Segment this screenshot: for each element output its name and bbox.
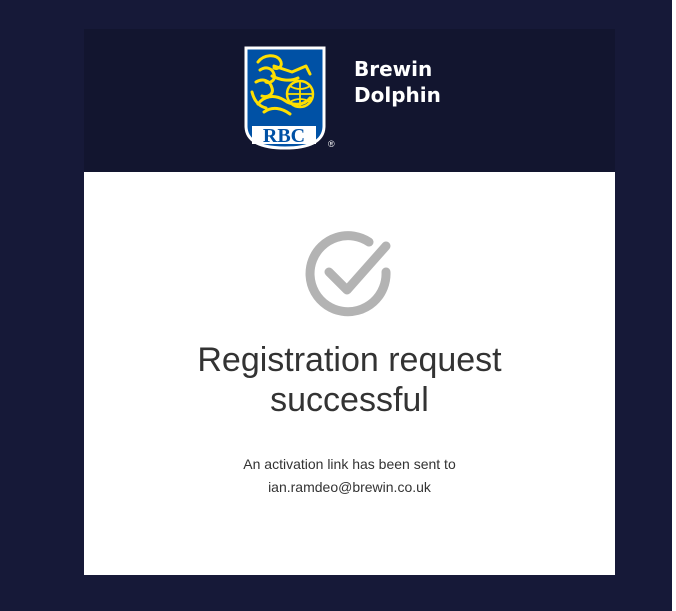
success-title-line-2: successful: [270, 381, 429, 419]
brand-name: Brewin Dolphin: [354, 56, 441, 108]
check-circle-icon: [305, 231, 391, 317]
rbc-logo-icon: RBC ®: [244, 46, 335, 150]
activation-message-text: An activation link has been sent to: [243, 456, 456, 472]
brand-name-line-1: Brewin: [354, 57, 433, 81]
success-content: Registration request successful An activ…: [84, 172, 615, 575]
activation-message: An activation link has been sent to ian.…: [84, 453, 615, 499]
page-background: RBC ® Brewin Dolphin Registration reques…: [0, 0, 672, 611]
success-title: Registration request successful: [84, 340, 615, 420]
success-title-line-1: Registration request: [197, 341, 502, 379]
rbc-logo-text: RBC: [263, 125, 305, 147]
registration-success-card: RBC ® Brewin Dolphin Registration reques…: [84, 29, 615, 575]
brand-header: RBC ® Brewin Dolphin: [84, 29, 615, 172]
brand-name-line-2: Dolphin: [354, 83, 441, 107]
activation-email: ian.ramdeo@brewin.co.uk: [268, 479, 431, 495]
registered-mark: ®: [328, 139, 335, 149]
